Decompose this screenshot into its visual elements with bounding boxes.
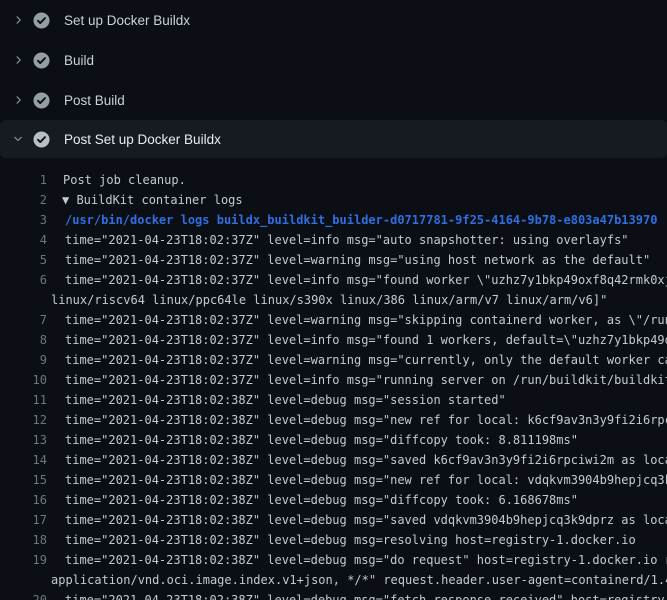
log-area: 1 Post job cleanup. 2 ▼ BuildKit contain…	[0, 158, 667, 600]
log-line-group-toggle: 2 ▼ BuildKit container logs	[0, 190, 667, 210]
line-number[interactable]: 13	[0, 430, 47, 450]
section-label: Post Set up Docker Buildx	[64, 132, 221, 147]
line-number[interactable]: 10	[0, 370, 47, 390]
line-number	[0, 290, 47, 310]
line-number[interactable]: 17	[0, 510, 47, 530]
log-text: time="2021-04-23T18:02:37Z" level=warnin…	[47, 310, 667, 330]
log-text: time="2021-04-23T18:02:38Z" level=debug …	[47, 590, 667, 600]
log-text: linux/riscv64 linux/ppc64le linux/s390x …	[47, 290, 607, 310]
line-number[interactable]: 3	[0, 210, 47, 230]
line-number[interactable]: 5	[0, 250, 47, 270]
log-text: time="2021-04-23T18:02:38Z" level=debug …	[47, 390, 506, 410]
log-line: 18 time="2021-04-23T18:02:38Z" level=deb…	[0, 530, 667, 550]
log-text: time="2021-04-23T18:02:38Z" level=debug …	[47, 530, 636, 550]
line-number[interactable]: 7	[0, 310, 47, 330]
chevron-right-icon[interactable]	[12, 94, 24, 106]
log-line: 10 time="2021-04-23T18:02:37Z" level=inf…	[0, 370, 667, 390]
check-circle-icon	[33, 92, 50, 109]
line-number[interactable]: 15	[0, 470, 47, 490]
chevron-right-icon[interactable]	[12, 14, 24, 26]
section-post-build[interactable]: Post Build	[0, 80, 667, 120]
line-number[interactable]: 14	[0, 450, 47, 470]
check-circle-icon	[33, 131, 50, 148]
line-number[interactable]: 18	[0, 530, 47, 550]
log-line: 14 time="2021-04-23T18:02:38Z" level=deb…	[0, 450, 667, 470]
log-line: 7 time="2021-04-23T18:02:37Z" level=warn…	[0, 310, 667, 330]
log-text: time="2021-04-23T18:02:37Z" level=info m…	[47, 330, 667, 350]
log-line: 6 time="2021-04-23T18:02:37Z" level=info…	[0, 270, 667, 290]
group-toggle-text[interactable]: ▼ BuildKit container logs	[47, 190, 243, 210]
line-number[interactable]: 19	[0, 550, 47, 570]
log-line-continuation: linux/riscv64 linux/ppc64le linux/s390x …	[0, 290, 667, 310]
line-number[interactable]: 6	[0, 270, 47, 290]
line-number[interactable]: 20	[0, 590, 47, 600]
log-text: time="2021-04-23T18:02:38Z" level=debug …	[47, 410, 667, 430]
log-line: 1 Post job cleanup.	[0, 170, 667, 190]
line-number[interactable]: 1	[0, 170, 47, 190]
workflow-log-panel: Set up Docker Buildx Build Post Build	[0, 0, 667, 600]
log-text: Post job cleanup.	[47, 170, 186, 190]
log-text: time="2021-04-23T18:02:37Z" level=info m…	[47, 270, 667, 290]
log-line: 8 time="2021-04-23T18:02:37Z" level=info…	[0, 330, 667, 350]
log-text: time="2021-04-23T18:02:37Z" level=info m…	[47, 230, 629, 250]
line-number[interactable]: 4	[0, 230, 47, 250]
log-line: 11 time="2021-04-23T18:02:38Z" level=deb…	[0, 390, 667, 410]
log-text: time="2021-04-23T18:02:37Z" level=info m…	[47, 370, 667, 390]
section-build[interactable]: Build	[0, 40, 667, 80]
log-line: 20 time="2021-04-23T18:02:38Z" level=deb…	[0, 590, 667, 600]
line-number[interactable]: 8	[0, 330, 47, 350]
line-number[interactable]: 11	[0, 390, 47, 410]
line-number[interactable]: 9	[0, 350, 47, 370]
log-text: time="2021-04-23T18:02:38Z" level=debug …	[47, 450, 667, 470]
log-line: 19 time="2021-04-23T18:02:38Z" level=deb…	[0, 550, 667, 570]
log-text: time="2021-04-23T18:02:38Z" level=debug …	[47, 470, 667, 490]
log-line: 15 time="2021-04-23T18:02:38Z" level=deb…	[0, 470, 667, 490]
log-text: time="2021-04-23T18:02:38Z" level=debug …	[47, 510, 667, 530]
log-line: 5 time="2021-04-23T18:02:37Z" level=warn…	[0, 250, 667, 270]
log-text: time="2021-04-23T18:02:37Z" level=warnin…	[47, 350, 667, 370]
chevron-down-icon[interactable]	[12, 133, 24, 145]
check-circle-icon	[33, 12, 50, 29]
section-set-up-docker-buildx[interactable]: Set up Docker Buildx	[0, 0, 667, 40]
line-number[interactable]: 12	[0, 410, 47, 430]
line-number[interactable]: 16	[0, 490, 47, 510]
section-label: Post Build	[64, 93, 125, 108]
section-label: Build	[64, 53, 94, 68]
log-line-continuation: application/vnd.oci.image.index.v1+json,…	[0, 570, 667, 590]
log-line: 17 time="2021-04-23T18:02:38Z" level=deb…	[0, 510, 667, 530]
log-text: time="2021-04-23T18:02:38Z" level=debug …	[47, 550, 667, 570]
log-text: application/vnd.oci.image.index.v1+json,…	[47, 570, 667, 590]
log-text: time="2021-04-23T18:02:37Z" level=warnin…	[47, 250, 650, 270]
log-text: time="2021-04-23T18:02:38Z" level=debug …	[47, 490, 578, 510]
line-number	[0, 570, 47, 590]
log-line-command: 3 /usr/bin/docker logs buildx_buildkit_b…	[0, 210, 667, 230]
check-circle-icon	[33, 52, 50, 69]
log-line: 12 time="2021-04-23T18:02:38Z" level=deb…	[0, 410, 667, 430]
log-line: 4 time="2021-04-23T18:02:37Z" level=info…	[0, 230, 667, 250]
line-number[interactable]: 2	[0, 190, 47, 210]
log-line: 16 time="2021-04-23T18:02:38Z" level=deb…	[0, 490, 667, 510]
log-text: time="2021-04-23T18:02:38Z" level=debug …	[47, 430, 578, 450]
command-text: /usr/bin/docker logs buildx_buildkit_bui…	[47, 210, 657, 230]
section-label: Set up Docker Buildx	[64, 13, 190, 28]
log-line: 13 time="2021-04-23T18:02:38Z" level=deb…	[0, 430, 667, 450]
chevron-right-icon[interactable]	[12, 54, 24, 66]
log-line: 9 time="2021-04-23T18:02:37Z" level=warn…	[0, 350, 667, 370]
section-post-set-up-docker-buildx[interactable]: Post Set up Docker Buildx	[0, 120, 667, 158]
